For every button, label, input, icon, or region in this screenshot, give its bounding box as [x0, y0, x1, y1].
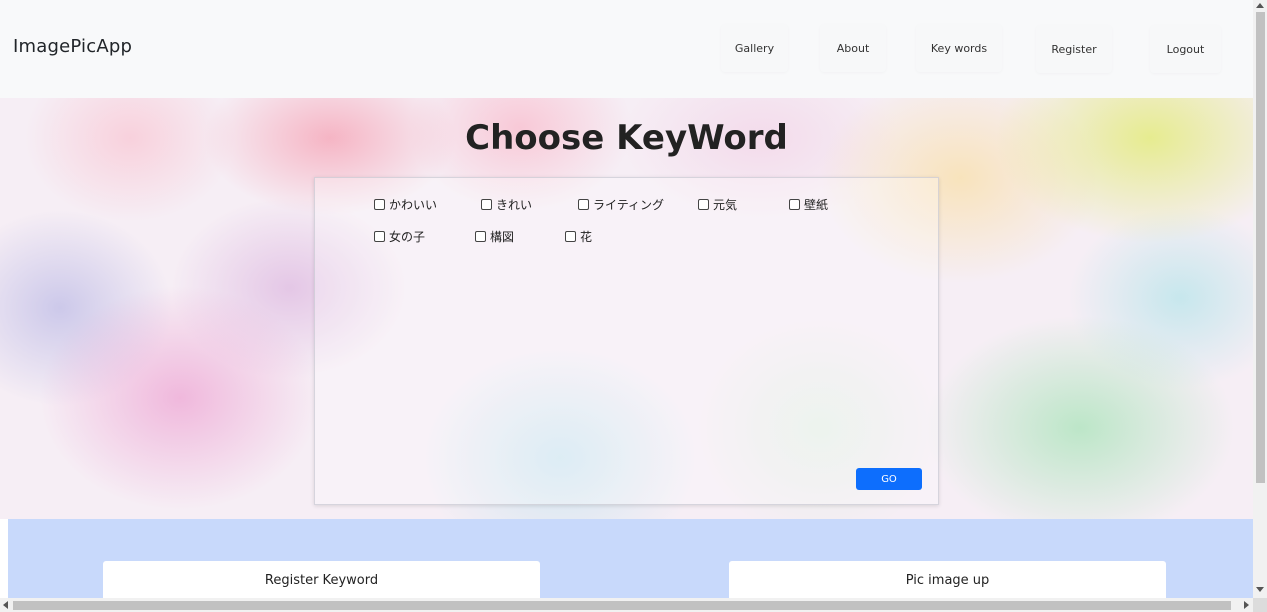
checkbox-icon[interactable]	[578, 199, 589, 210]
nav-about[interactable]: About	[820, 24, 886, 72]
keyword-checkbox-genki[interactable]: 元気	[698, 196, 737, 213]
page-title: Choose KeyWord	[465, 118, 788, 158]
nav-logout[interactable]: Logout	[1150, 25, 1221, 73]
keyword-label: 壁紙	[804, 198, 829, 212]
vertical-scrollbar[interactable]	[1253, 0, 1267, 598]
scroll-left-icon[interactable]	[3, 601, 8, 609]
keyword-label: 元気	[713, 198, 738, 212]
horizontal-scrollbar[interactable]	[0, 598, 1253, 612]
scroll-right-icon[interactable]	[1244, 601, 1249, 609]
register-keyword-button[interactable]: Register Keyword	[103, 561, 540, 599]
scroll-up-icon[interactable]	[1256, 3, 1264, 8]
keyword-panel: かわいい きれい ライティング 元気 壁紙 女の子 構図 花 GO	[314, 177, 939, 505]
navbar: ImagePicApp Gallery About Key words Regi…	[0, 0, 1253, 98]
keyword-checkbox-kirei[interactable]: きれい	[481, 196, 532, 213]
keyword-checkbox-kawaii[interactable]: かわいい	[374, 196, 437, 213]
hero-watercolor-section: Choose KeyWord かわいい きれい ライティング 元気 壁紙 女の子	[0, 98, 1253, 519]
nav-key-words[interactable]: Key words	[916, 24, 1002, 72]
go-button[interactable]: GO	[856, 468, 922, 490]
checkbox-icon[interactable]	[698, 199, 709, 210]
pic-image-up-button[interactable]: Pic image up	[729, 561, 1166, 599]
keyword-checkbox-lighting[interactable]: ライティング	[578, 196, 664, 213]
keyword-label: ライティング	[593, 198, 665, 212]
nav-gallery[interactable]: Gallery	[721, 24, 788, 72]
keyword-checkbox-flower[interactable]: 花	[565, 228, 592, 245]
scrollbar-corner	[1253, 598, 1267, 612]
keyword-label: 構図	[490, 230, 515, 244]
brand-logo[interactable]: ImagePicApp	[13, 36, 132, 57]
vertical-scroll-thumb[interactable]	[1256, 12, 1265, 483]
keyword-checkbox-girl[interactable]: 女の子	[374, 228, 425, 245]
horizontal-scroll-thumb[interactable]	[13, 601, 1231, 610]
keyword-label: かわいい	[389, 198, 438, 212]
keyword-checkbox-composition[interactable]: 構図	[475, 228, 514, 245]
checkbox-icon[interactable]	[475, 231, 486, 242]
keyword-label: 花	[580, 230, 593, 244]
nav-register[interactable]: Register	[1036, 25, 1112, 73]
actions-band: Register Keyword Pic image up	[8, 519, 1253, 599]
checkbox-icon[interactable]	[481, 199, 492, 210]
scroll-down-icon[interactable]	[1256, 587, 1264, 592]
checkbox-icon[interactable]	[789, 199, 800, 210]
checkbox-icon[interactable]	[374, 231, 385, 242]
keyword-label: 女の子	[389, 230, 426, 244]
checkbox-icon[interactable]	[374, 199, 385, 210]
checkbox-icon[interactable]	[565, 231, 576, 242]
keyword-label: きれい	[496, 198, 533, 212]
keyword-checkbox-wallpaper[interactable]: 壁紙	[789, 196, 828, 213]
